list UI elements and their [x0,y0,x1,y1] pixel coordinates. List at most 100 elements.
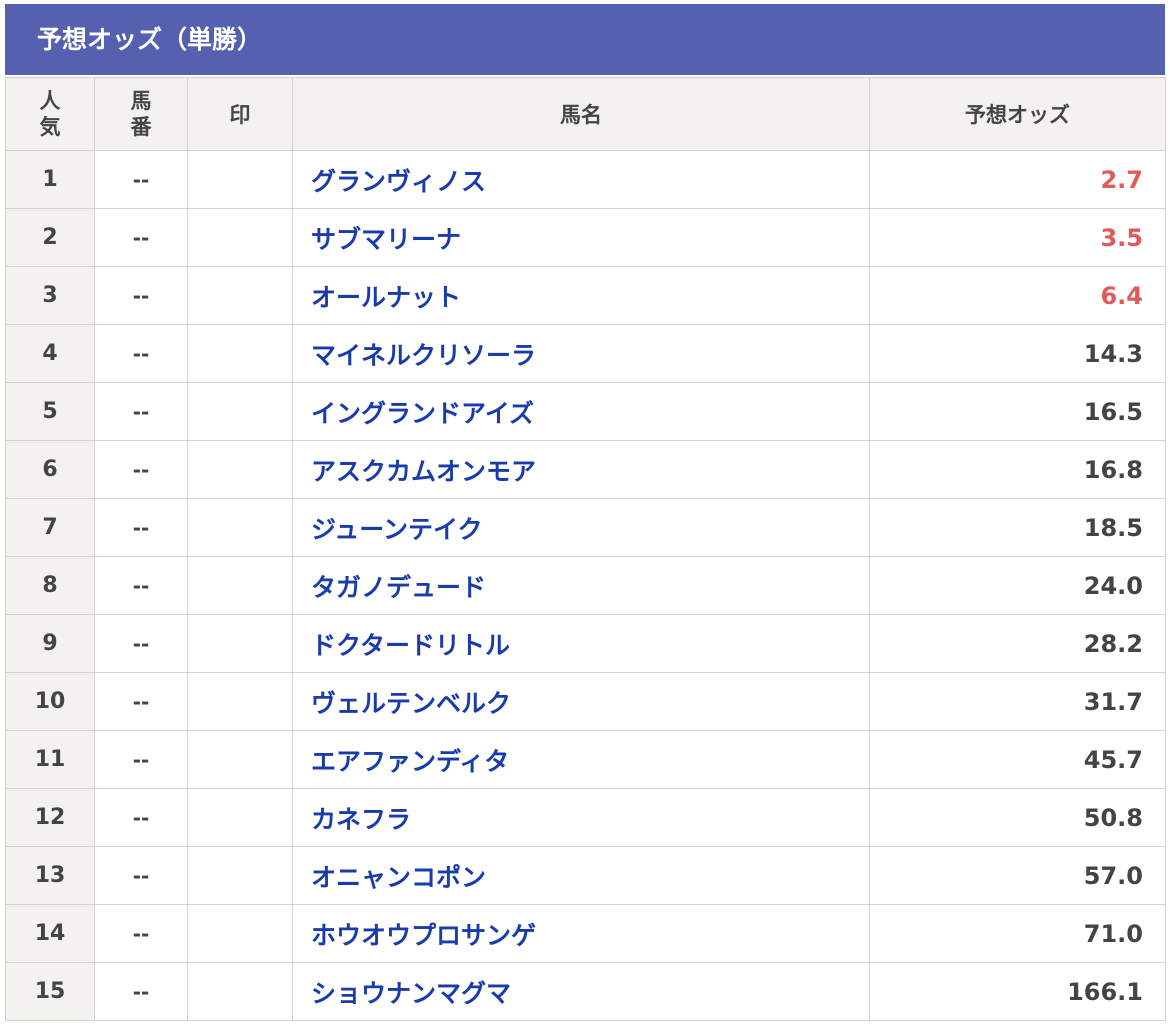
horse-name-cell: カネフラ [292,788,870,847]
horse-name-link[interactable]: カネフラ [311,805,411,834]
horse-name-link[interactable]: オニャンコポン [311,863,486,892]
table-row: 15 -- ショウナンマグマ 166.1 [5,962,1166,1021]
predicted-odds: 18.5 [869,498,1166,557]
horse-number: -- [94,556,188,615]
prediction-mark[interactable] [187,266,293,325]
prediction-mark[interactable] [187,324,293,383]
table-row: 9 -- ドクタードリトル 28.2 [5,614,1166,673]
predicted-odds: 45.7 [869,730,1166,789]
popularity-rank: 10 [5,672,95,731]
horse-name-cell: グランヴィノス [292,150,870,209]
table-row: 12 -- カネフラ 50.8 [5,788,1166,847]
column-header-odds: 予想オッズ [869,77,1166,151]
table-row: 6 -- アスクカムオンモア 16.8 [5,440,1166,499]
horse-name-cell: タガノデュード [292,556,870,615]
horse-number: -- [94,672,188,731]
horse-number: -- [94,150,188,209]
predicted-odds: 57.0 [869,846,1166,905]
popularity-rank: 7 [5,498,95,557]
table-row: 1 -- グランヴィノス 2.7 [5,150,1166,209]
horse-name-cell: イングランドアイズ [292,382,870,441]
table-row: 2 -- サブマリーナ 3.5 [5,208,1166,267]
prediction-mark[interactable] [187,962,293,1021]
horse-number: -- [94,904,188,963]
horse-name-link[interactable]: サブマリーナ [311,225,461,254]
prediction-mark[interactable] [187,846,293,905]
prediction-mark[interactable] [187,788,293,847]
horse-name-cell: ショウナンマグマ [292,962,870,1021]
horse-number: -- [94,440,188,499]
column-header-horse-name: 馬名 [292,77,870,151]
horse-name-link[interactable]: ホウオウプロサンゲ [311,921,536,950]
popularity-rank: 4 [5,324,95,383]
horse-name-cell: オールナット [292,266,870,325]
prediction-mark[interactable] [187,556,293,615]
horse-name-cell: ヴェルテンベルク [292,672,870,731]
table-row: 7 -- ジューンテイク 18.5 [5,498,1166,557]
popularity-rank: 5 [5,382,95,441]
horse-name-cell: アスクカムオンモア [292,440,870,499]
predicted-odds: 3.5 [869,208,1166,267]
horse-number: -- [94,498,188,557]
table-row: 5 -- イングランドアイズ 16.5 [5,382,1166,441]
horse-number: -- [94,614,188,673]
horse-number: -- [94,788,188,847]
column-header-popularity: 人 気 [5,77,95,151]
horse-name-link[interactable]: オールナット [311,283,461,312]
horse-name-cell: ホウオウプロサンゲ [292,904,870,963]
column-header-horse-number: 馬 番 [94,77,188,151]
predicted-odds: 166.1 [869,962,1166,1021]
table-row: 3 -- オールナット 6.4 [5,266,1166,325]
horse-number: -- [94,962,188,1021]
popularity-rank: 9 [5,614,95,673]
prediction-mark[interactable] [187,730,293,789]
horse-name-link[interactable]: エアファンディタ [311,747,509,776]
prediction-mark[interactable] [187,382,293,441]
horse-number: -- [94,266,188,325]
predicted-odds: 28.2 [869,614,1166,673]
table-row: 10 -- ヴェルテンベルク 31.7 [5,672,1166,731]
popularity-rank: 8 [5,556,95,615]
table-header-row: 人 気 馬 番 印 馬名 予想オッズ [5,77,1166,151]
prediction-mark[interactable] [187,672,293,731]
popularity-rank: 3 [5,266,95,325]
prediction-mark[interactable] [187,904,293,963]
table-row: 4 -- マイネルクリソーラ 14.3 [5,324,1166,383]
horse-name-link[interactable]: マイネルクリソーラ [311,341,536,370]
horse-name-link[interactable]: ショウナンマグマ [311,979,511,1008]
horse-name-link[interactable]: イングランドアイズ [311,399,534,428]
popularity-rank: 15 [5,962,95,1021]
popularity-rank: 1 [5,150,95,209]
horse-name-cell: ドクタードリトル [292,614,870,673]
table-row: 8 -- タガノデュード 24.0 [5,556,1166,615]
horse-name-link[interactable]: グランヴィノス [311,167,486,196]
horse-number: -- [94,208,188,267]
odds-table-body: 1 -- グランヴィノス 2.7 2 -- サブマリーナ 3.5 3 -- オールナット 6.4 4 --… [5,150,1166,1021]
predicted-odds: 6.4 [869,266,1166,325]
prediction-mark[interactable] [187,614,293,673]
prediction-mark[interactable] [187,150,293,209]
predicted-odds: 16.8 [869,440,1166,499]
prediction-mark[interactable] [187,208,293,267]
prediction-mark[interactable] [187,498,293,557]
prediction-mark[interactable] [187,440,293,499]
horse-name-link[interactable]: ジューンテイク [311,515,483,544]
popularity-rank: 14 [5,904,95,963]
table-row: 11 -- エアファンディタ 45.7 [5,730,1166,789]
predicted-odds: 50.8 [869,788,1166,847]
horse-number: -- [94,730,188,789]
predicted-odds: 16.5 [869,382,1166,441]
horse-number: -- [94,846,188,905]
horse-name-link[interactable]: アスクカムオンモア [311,457,536,486]
popularity-rank: 2 [5,208,95,267]
horse-name-link[interactable]: ドクタードリトル [311,631,510,660]
horse-name-link[interactable]: ヴェルテンベルク [311,689,511,718]
horse-name-cell: マイネルクリソーラ [292,324,870,383]
popularity-rank: 11 [5,730,95,789]
horse-name-cell: オニャンコポン [292,846,870,905]
predicted-odds: 31.7 [869,672,1166,731]
table-row: 13 -- オニャンコポン 57.0 [5,846,1166,905]
horse-name-cell: サブマリーナ [292,208,870,267]
predicted-odds: 14.3 [869,324,1166,383]
horse-name-link[interactable]: タガノデュード [311,573,486,602]
